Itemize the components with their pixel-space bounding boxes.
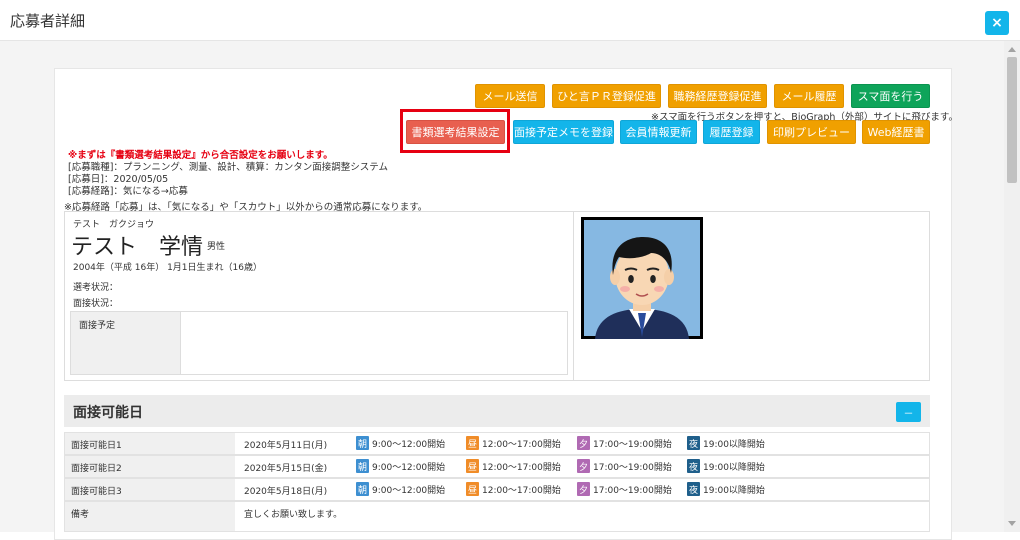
pr-promote-button[interactable]: ひと言ＰＲ登録促進 — [552, 84, 661, 108]
availability-row-date: 2020年5月15日(金) — [244, 464, 328, 474]
evening-icon: 夕 — [577, 482, 590, 496]
highlight-box — [400, 109, 510, 153]
remarks-value: 宜しくお願い致します。 — [244, 510, 343, 520]
availability-row-label: 面接可能日2 — [65, 456, 235, 477]
smamen-button[interactable]: スマ面を行う — [851, 84, 930, 108]
remarks-row: 備考 宜しくお願い致します。 — [64, 501, 930, 532]
scroll-up-icon[interactable] — [1008, 47, 1016, 52]
minus-icon: － — [903, 408, 914, 420]
availability-row: 面接可能日3 2020年5月18日(月) 朝 9:00～12:00開始 昼 12:0… — [64, 478, 930, 501]
slot-noon: 昼 12:00～17:00開始 — [466, 436, 561, 450]
modal-title: 応募者詳細 — [10, 12, 86, 30]
availability-row-label: 面接可能日1 — [65, 433, 235, 454]
avatar-illustration — [581, 217, 703, 339]
availability-row-date: 2020年5月18日(月) — [244, 487, 328, 497]
slot-morning: 朝 9:00～12:00開始 — [356, 459, 445, 473]
career-promote-button[interactable]: 職務経歴登録促進 — [668, 84, 767, 108]
slot-text: 12:00～17:00開始 — [482, 462, 561, 473]
slot-text: 12:00～17:00開始 — [482, 485, 561, 496]
slot-night: 夜 19:00以降開始 — [687, 436, 765, 450]
slot-text: 17:00～19:00開始 — [593, 439, 672, 450]
night-icon: 夜 — [687, 436, 700, 450]
collapse-button[interactable]: － — [896, 402, 921, 422]
evening-icon: 夕 — [577, 436, 590, 450]
remarks-label: 備考 — [65, 502, 235, 531]
slot-night: 夜 19:00以降開始 — [687, 482, 765, 496]
slot-text: 17:00～19:00開始 — [593, 462, 672, 473]
meeting-memo-button[interactable]: 面接予定メモを登録 — [513, 120, 614, 144]
slot-text: 19:00以降開始 — [703, 485, 765, 496]
night-icon: 夜 — [687, 459, 700, 473]
history-register-button[interactable]: 履歴登録 — [703, 120, 760, 144]
noon-icon: 昼 — [466, 459, 479, 473]
applicant-gender: 男性 — [207, 242, 226, 252]
slot-text: 17:00～19:00開始 — [593, 485, 672, 496]
availability-title: 面接可能日 — [73, 405, 143, 421]
scroll-down-icon[interactable] — [1008, 521, 1016, 526]
slot-morning: 朝 9:00～12:00開始 — [356, 482, 445, 496]
slot-evening: 夕 17:00～19:00開始 — [577, 482, 672, 496]
slot-night: 夜 19:00以降開始 — [687, 459, 765, 473]
slot-text: 19:00以降開始 — [703, 439, 765, 450]
availability-section-header: 面接可能日 － — [64, 395, 930, 427]
selection-status: 選考状況： — [73, 283, 119, 293]
send-mail-button[interactable]: メール送信 — [475, 84, 545, 108]
close-icon: × — [991, 15, 1003, 31]
slot-noon: 昼 12:00～17:00開始 — [466, 482, 561, 496]
morning-icon: 朝 — [356, 436, 369, 450]
night-icon: 夜 — [687, 482, 700, 496]
slot-text: 9:00～12:00開始 — [372, 485, 446, 496]
vertical-scrollbar[interactable] — [1004, 41, 1020, 532]
slot-text: 9:00～12:00開始 — [372, 439, 446, 450]
slot-evening: 夕 17:00～19:00開始 — [577, 436, 672, 450]
print-preview-button[interactable]: 印刷プレビュー — [767, 120, 856, 144]
evening-icon: 夕 — [577, 459, 590, 473]
member-update-button[interactable]: 会員情報更新 — [620, 120, 697, 144]
slot-text: 19:00以降開始 — [703, 462, 765, 473]
meeting-plan-table: 面接予定 — [70, 311, 568, 375]
morning-icon: 朝 — [356, 482, 369, 496]
close-button[interactable]: × — [985, 11, 1009, 35]
availability-row-date: 2020年5月11日(月) — [244, 441, 328, 451]
noon-icon: 昼 — [466, 482, 479, 496]
noon-icon: 昼 — [466, 436, 479, 450]
modal-header: 応募者詳細 × — [0, 0, 1020, 41]
slot-evening: 夕 17:00～19:00開始 — [577, 459, 672, 473]
availability-row: 面接可能日1 2020年5月11日(月) 朝 9:00～12:00開始 昼 12:0… — [64, 432, 930, 455]
web-resume-button[interactable]: Web経歴書 — [862, 120, 930, 144]
applicant-birth: 2004年（平成 16年） 1月1日生まれ（16歳） — [73, 263, 262, 273]
slot-noon: 昼 12:00～17:00開始 — [466, 459, 561, 473]
applicant-name: テスト 学情 — [71, 235, 204, 260]
profile-divider — [573, 211, 574, 381]
slot-text: 9:00～12:00開始 — [372, 462, 446, 473]
availability-row-label: 面接可能日3 — [65, 479, 235, 500]
mail-history-button[interactable]: メール履歴 — [774, 84, 844, 108]
slot-morning: 朝 9:00～12:00開始 — [356, 436, 445, 450]
availability-row: 面接可能日2 2020年5月15日(金) 朝 9:00～12:00開始 昼 12:0… — [64, 455, 930, 478]
morning-icon: 朝 — [356, 459, 369, 473]
meeting-plan-label: 面接予定 — [71, 312, 181, 374]
interview-status: 面接状況： — [73, 299, 119, 309]
slot-text: 12:00～17:00開始 — [482, 439, 561, 450]
scrollbar-thumb[interactable] — [1007, 57, 1017, 183]
applicant-photo — [581, 217, 703, 339]
applied-route: [応募経路]：気になる→応募 — [68, 186, 188, 197]
